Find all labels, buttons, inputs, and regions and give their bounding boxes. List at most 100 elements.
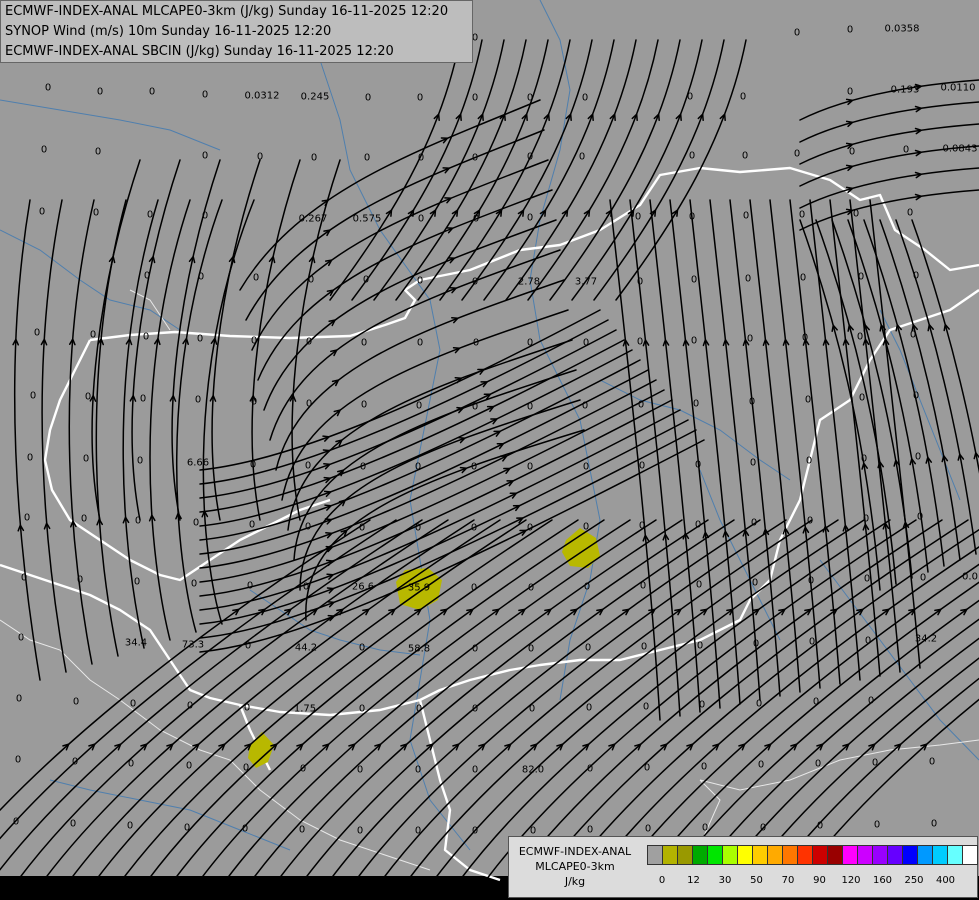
legend-tick: 50: [750, 875, 763, 886]
grid-value: 0: [416, 337, 424, 349]
grid-value: 0: [142, 331, 150, 343]
grid-value: 0: [757, 759, 765, 771]
grid-value: 0: [92, 207, 100, 219]
grid-value: 0: [471, 643, 479, 655]
streamline: [299, 399, 581, 591]
legend-swatch: [842, 845, 858, 865]
grid-value: 0: [246, 580, 254, 592]
grid-value: 0.0843: [942, 143, 978, 155]
grid-value: 0: [862, 513, 870, 525]
grid-value: 0: [133, 576, 141, 588]
streamline: [459, 519, 891, 881]
grid-value: 0: [642, 701, 650, 713]
grid-value: 0: [146, 209, 154, 221]
streamline: [593, 39, 725, 301]
grid-value: 0: [201, 210, 209, 222]
grid-value: 0: [930, 818, 938, 830]
grid-value: 0: [196, 333, 204, 345]
grid-value: 0: [919, 572, 927, 584]
grid-value: 0: [358, 642, 366, 654]
grid-value: 0: [84, 391, 92, 403]
grid-value: 0: [526, 461, 534, 473]
grid-value: 0: [201, 150, 209, 162]
rivers: [0, 0, 979, 851]
grid-value: 0: [793, 148, 801, 160]
grid-value: 0: [185, 760, 193, 772]
grid-value: 34.2: [914, 633, 938, 645]
legend-tick: 400: [935, 875, 956, 886]
grid-value: 0: [305, 336, 313, 348]
grid-value: 0: [860, 453, 868, 465]
streamline: [245, 129, 545, 321]
legend-swatch: [767, 845, 783, 865]
grid-value: 0: [806, 515, 814, 527]
grid-value: 0: [636, 276, 644, 288]
grid-value: 0: [755, 698, 763, 710]
grid-value: 0: [470, 522, 478, 534]
grid-value: 0: [15, 693, 23, 705]
grid-value: 0: [416, 275, 424, 287]
grid-value: 0: [852, 208, 860, 220]
grid-value: 0: [914, 451, 922, 463]
legend-swatch: [887, 845, 903, 865]
grid-value: 0.575: [352, 213, 382, 225]
grid-value: 0: [360, 337, 368, 349]
grid-value: 0: [692, 398, 700, 410]
grid-value: 0: [638, 520, 646, 532]
streamline: [609, 199, 661, 721]
grid-value: 0: [414, 461, 422, 473]
grid-value: 0: [584, 642, 592, 654]
grid-value: 0: [127, 758, 135, 770]
grid-value: 0: [183, 822, 191, 834]
grid-value: 0: [526, 337, 534, 349]
grid-value: 0: [14, 754, 22, 766]
streamline: [483, 39, 615, 301]
grid-value: 0: [858, 392, 866, 404]
grid-value: 0: [912, 390, 920, 402]
grid-value: 0: [582, 337, 590, 349]
grid-value: 0: [471, 401, 479, 413]
grid-value: 0: [194, 394, 202, 406]
grid-value: 26.6: [351, 581, 375, 593]
grid-value: 34.4: [124, 637, 148, 649]
grid-value: 0: [250, 396, 258, 408]
grid-value: 0: [688, 211, 696, 223]
streamline: [329, 519, 761, 881]
grid-value: 0: [686, 91, 694, 103]
grid-value: 0: [804, 394, 812, 406]
grid-value: 0: [359, 461, 367, 473]
grid-value: 0: [139, 393, 147, 405]
grid-value: 0: [526, 522, 534, 534]
streamline: [911, 219, 979, 474]
grid-value: 58.8: [407, 643, 431, 655]
grid-value: 0: [581, 400, 589, 412]
grid-value: 0: [94, 146, 102, 158]
grid-value: 0: [581, 92, 589, 104]
grid-value: 0: [638, 460, 646, 472]
legend-tick: 160: [872, 875, 893, 886]
grid-value: 0: [358, 522, 366, 534]
grid-value: 0: [696, 640, 704, 652]
grid-value: 0.0312: [244, 90, 280, 102]
grid-value: 0: [636, 336, 644, 348]
grid-value: 0: [362, 274, 370, 286]
grid-value: 35.9: [407, 582, 431, 594]
grid-value: 0: [750, 517, 758, 529]
grid-value: 0: [126, 820, 134, 832]
grid-value: 0: [857, 271, 865, 283]
grid-value: 0: [20, 572, 28, 584]
streamline: [373, 39, 505, 301]
grid-value: 0: [364, 92, 372, 104]
title-mlcape: ECMWF-INDEX-ANAL MLCAPE0-3km (J/kg) Sund…: [5, 4, 449, 19]
title-box: ECMWF-INDEX-ANAL MLCAPE0-3km (J/kg) Sund…: [0, 0, 473, 63]
grid-value: 0: [471, 152, 479, 164]
grid-value: 0: [72, 696, 80, 708]
grid-value: 0: [241, 823, 249, 835]
grid-value: 0: [526, 401, 534, 413]
grid-value: 0: [472, 213, 480, 225]
grid-value: 44.2: [294, 642, 318, 654]
grid-value: 0: [248, 519, 256, 531]
grid-value: 0: [244, 640, 252, 652]
grid-value: 0: [752, 638, 760, 650]
grid-value: 0: [304, 521, 312, 533]
